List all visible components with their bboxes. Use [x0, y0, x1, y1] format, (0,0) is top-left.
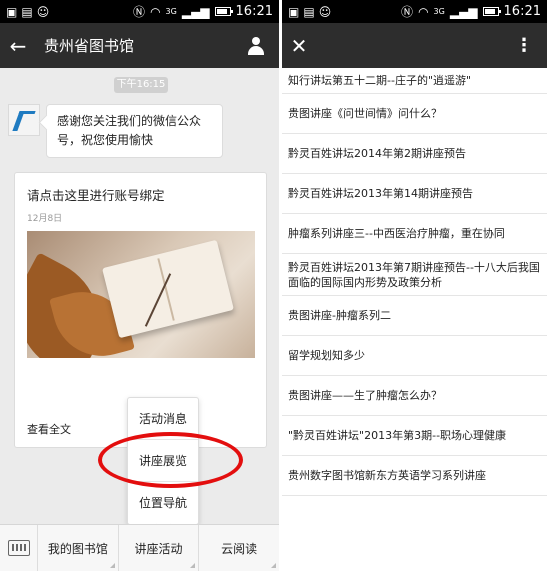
book-shape: [102, 239, 234, 339]
keyboard-icon: [7, 540, 30, 556]
article-title: "黔灵百姓讲坛"2013年第3期--职场心理健康: [288, 429, 507, 442]
chat-header: ← 贵州省图书馆: [0, 23, 279, 68]
card-date: 12月8日: [27, 214, 63, 224]
nfc-icon: Ⓝ: [401, 4, 414, 19]
battery-icon: [214, 7, 233, 16]
wifi-icon: ◠: [418, 4, 429, 19]
qq-icon: ☺: [36, 4, 50, 19]
menu-item-location-navigation[interactable]: 位置导航: [128, 482, 198, 524]
article-title: 留学规划知多少: [288, 349, 365, 362]
tab-label: 云阅读: [221, 541, 258, 556]
lecture-article-list: 知行讲坛第五十二期--庄子的"逍遥游" 贵图讲座《问世间情》问什么？ 黔灵百姓讲…: [282, 68, 547, 496]
status-bar: ▣ ▤ ☺ Ⓝ ◠ 3G ▂▄▆ 16:21: [0, 0, 279, 23]
account-avatar[interactable]: [8, 104, 40, 136]
battery-icon: [482, 7, 501, 16]
message-timestamp: 下午16:15: [114, 77, 168, 93]
person-icon[interactable]: [247, 36, 265, 55]
card-title[interactable]: 请点击这里进行账号绑定: [27, 185, 165, 204]
list-item[interactable]: 贵图讲座-肿瘤系列二: [282, 296, 547, 336]
notification-icon: ▣: [288, 4, 300, 19]
nfc-icon: Ⓝ: [133, 4, 146, 19]
article-title: 黔灵百姓讲坛2013年第7期讲座预告--十八大后我国面临的国际国内形势及政策分析: [288, 260, 540, 289]
list-item[interactable]: 黔灵百姓讲坛2013年第7期讲座预告--十八大后我国面临的国际国内形势及政策分析: [282, 254, 547, 296]
keyboard-toggle-button[interactable]: [0, 525, 38, 571]
list-item[interactable]: 贵州数字图书馆新东方英语学习系列讲座: [282, 456, 547, 496]
article-title: 黔灵百姓讲坛2014年第2期讲座预告: [288, 147, 466, 160]
qq-icon: ☺: [318, 4, 332, 19]
list-item[interactable]: 贵图讲座——生了肿瘤怎么办？: [282, 376, 547, 416]
list-item[interactable]: 知行讲坛第五十二期--庄子的"逍遥游": [282, 68, 547, 94]
clock: 16:21: [235, 4, 273, 19]
submenu-indicator-icon: [271, 563, 277, 568]
network-type-label: 3G: [433, 6, 445, 16]
tab-cloud-reading[interactable]: 云阅读: [199, 525, 279, 571]
tab-lecture-activities[interactable]: 讲座活动: [119, 525, 200, 571]
list-item[interactable]: 肿瘤系列讲座三--中西医治疗肿瘤，重在协同: [282, 214, 547, 254]
article-title: 贵州数字图书馆新东方英语学习系列讲座: [288, 469, 486, 482]
submenu-indicator-icon: [190, 563, 196, 568]
article-title: 黔灵百姓讲坛2013年第14期讲座预告: [288, 187, 473, 200]
status-bar: ▣ ▤ ☺ Ⓝ ◠ 3G ▂▄▆ 16:21: [282, 0, 547, 23]
list-item[interactable]: 黔灵百姓讲坛2013年第14期讲座预告: [282, 174, 547, 214]
article-title: 贵图讲座-肿瘤系列二: [288, 309, 391, 322]
article-title: 肿瘤系列讲座三--中西医治疗肿瘤，重在协同: [288, 227, 505, 240]
tab-my-library[interactable]: 我的图书馆: [38, 525, 119, 571]
list-item[interactable]: 贵图讲座《问世间情》问什么？: [282, 94, 547, 134]
more-vertical-icon[interactable]: ⋮: [515, 35, 533, 56]
clock: 16:21: [503, 4, 541, 19]
close-icon[interactable]: ✕: [282, 34, 316, 58]
read-more-link[interactable]: 查看全文: [27, 421, 71, 437]
image-icon: ▤: [303, 4, 315, 19]
chat-title: 贵州省图书馆: [44, 37, 135, 55]
wifi-icon: ◠: [150, 4, 161, 19]
card-cover-image[interactable]: [27, 231, 255, 358]
left-phone-screen: ▣ ▤ ☺ Ⓝ ◠ 3G ▂▄▆ 16:21 ← 贵州省图书馆 下午16:15 …: [0, 0, 279, 571]
bottom-menu-bar: 我的图书馆 讲座活动 云阅读: [0, 524, 279, 571]
welcome-message-bubble: 感谢您关注我们的微信公众号，祝您使用愉快: [46, 104, 223, 158]
article-title: 贵图讲座《问世间情》问什么？: [288, 107, 442, 120]
right-phone-screen: ▣ ▤ ☺ Ⓝ ◠ 3G ▂▄▆ 16:21 ✕ ⋮ 知行讲坛第五十二期--庄子…: [282, 0, 547, 571]
article-title: 知行讲坛第五十二期--庄子的"逍遥游": [288, 74, 472, 87]
list-item[interactable]: 留学规划知多少: [282, 336, 547, 376]
submenu-indicator-icon: [109, 563, 115, 568]
tab-label: 讲座活动: [134, 541, 183, 556]
signal-icon: ▂▄▆: [449, 4, 478, 19]
notification-icon: ▣: [6, 4, 18, 19]
image-icon: ▤: [21, 4, 33, 19]
article-title: 贵图讲座——生了肿瘤怎么办？: [288, 389, 442, 402]
tab-label: 我的图书馆: [47, 541, 108, 556]
arrow-left-icon[interactable]: ←: [0, 34, 36, 58]
list-item[interactable]: 黔灵百姓讲坛2014年第2期讲座预告: [282, 134, 547, 174]
network-type-label: 3G: [165, 6, 177, 16]
list-item[interactable]: "黔灵百姓讲坛"2013年第3期--职场心理健康: [282, 416, 547, 456]
signal-icon: ▂▄▆: [181, 4, 210, 19]
webview-header: ✕ ⋮: [282, 23, 547, 68]
red-highlight-circle: [98, 432, 243, 488]
